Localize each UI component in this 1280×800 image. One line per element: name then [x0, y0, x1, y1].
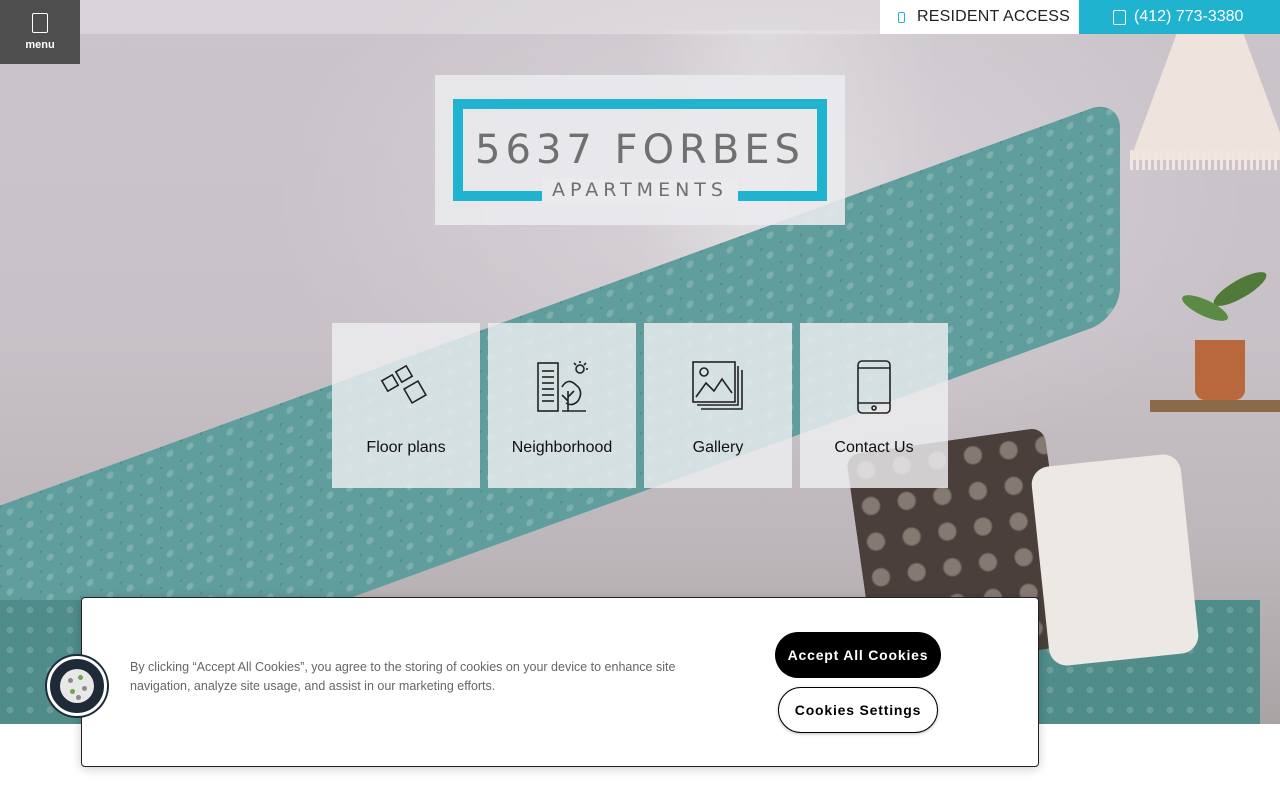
tile-label: Contact Us: [834, 439, 914, 456]
phone-link[interactable]: (412) 773-3380: [1079, 0, 1280, 34]
resident-access-label: RESIDENT ACCESS: [917, 8, 1070, 25]
gallery-icon: [692, 361, 743, 410]
plant-pot: [1195, 340, 1245, 400]
page: menu RESIDENT ACCESS (412) 773-3380 5637…: [0, 0, 1280, 800]
tile-label: Gallery: [692, 439, 744, 456]
logo[interactable]: 5637 FORBES APARTMENTS: [435, 75, 845, 225]
cookie-preferences-button[interactable]: [47, 656, 107, 716]
floor-plans-icon: [380, 364, 428, 405]
cookies-settings-button[interactable]: Cookies Settings: [778, 687, 938, 733]
pillow-light: [1029, 452, 1201, 668]
logo-subtitle: APARTMENTS: [542, 179, 738, 201]
tile-label: Neighborhood: [511, 439, 613, 456]
cookie-icon: [60, 669, 94, 703]
phone-number: (412) 773-3380: [1134, 8, 1244, 25]
accept-all-cookies-button[interactable]: Accept All Cookies: [775, 632, 941, 678]
neighborhood-icon: [537, 361, 588, 412]
tile-neighborhood[interactable]: Neighborhood: [488, 323, 636, 488]
phone-icon: [1113, 9, 1126, 25]
menu-button[interactable]: menu: [0, 0, 80, 64]
cookie-text: By clicking “Accept All Cookies”, you ag…: [130, 660, 676, 693]
nav-tiles: Floor plans Neighborhood Gallery Contact…: [332, 323, 948, 488]
tile-floor-plans[interactable]: Floor plans: [332, 323, 480, 488]
tile-contact-us[interactable]: Contact Us: [800, 323, 948, 488]
resident-access-link[interactable]: RESIDENT ACCESS: [880, 0, 1079, 34]
menu-label: menu: [25, 39, 55, 51]
contact-icon: [857, 360, 891, 414]
tile-gallery[interactable]: Gallery: [644, 323, 792, 488]
lock-icon: [898, 11, 905, 23]
cookie-banner: By clicking “Accept All Cookies”, you ag…: [81, 597, 1039, 767]
tile-label: Floor plans: [366, 439, 446, 456]
logo-title: 5637 FORBES: [475, 127, 805, 173]
menu-icon: [32, 13, 48, 33]
